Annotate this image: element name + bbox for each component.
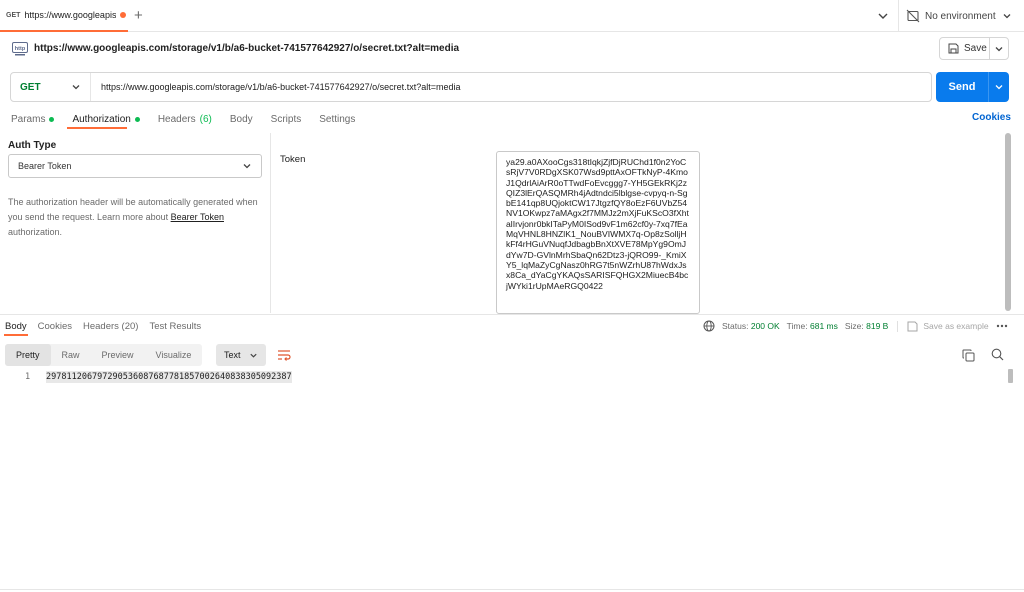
view-preview-button[interactable]: Preview (91, 344, 145, 366)
divider (0, 314, 1024, 315)
cookies-link[interactable]: Cookies (972, 112, 1011, 123)
size-value[interactable]: 819 B (866, 321, 888, 331)
divider (0, 589, 1024, 590)
response-tab-body[interactable]: Body (5, 321, 27, 332)
auth-type-value: Bearer Token (18, 161, 72, 171)
auth-help-text: The authorization header will be automat… (8, 195, 266, 240)
new-tab-button[interactable]: + (134, 8, 143, 23)
view-mode-bar: Pretty Raw Preview Visualize (5, 344, 203, 366)
http-request-icon: http (12, 42, 28, 56)
request-tab-title: https://www.googleapis (24, 10, 117, 20)
format-select[interactable]: Text (216, 344, 266, 366)
tab-label: Authorization (72, 113, 131, 125)
url-bar: GET (10, 72, 932, 102)
method-value: GET (20, 81, 41, 93)
view-raw-button[interactable]: Raw (51, 344, 91, 366)
bearer-token-link[interactable]: Bearer Token (171, 212, 224, 222)
divider (898, 0, 899, 32)
chevron-down-icon (995, 85, 1003, 90)
tab-label: Headers (157, 113, 196, 125)
copy-icon[interactable] (962, 349, 975, 362)
view-pretty-button[interactable]: Pretty (5, 344, 51, 366)
wrap-lines-button[interactable] (274, 345, 294, 365)
tab-label: Scripts (270, 113, 302, 125)
save-as-example-button[interactable]: Save as example (907, 321, 989, 332)
environment-selector[interactable]: No environment (906, 7, 1013, 25)
environment-label: No environment (925, 10, 996, 22)
token-label: Token (280, 154, 306, 165)
tab-label: Settings (319, 113, 356, 125)
time-value[interactable]: 681 ms (810, 321, 838, 331)
status-label: Status: (722, 321, 749, 331)
editor-scrollbar[interactable] (1008, 369, 1013, 383)
request-tabs: Params Authorization Headers (6) Body Sc… (11, 112, 373, 126)
view-visualize-button[interactable]: Visualize (145, 344, 203, 366)
send-options-button[interactable] (989, 82, 1009, 92)
method-select[interactable]: GET (11, 73, 91, 101)
tab-label: Params (11, 113, 46, 125)
more-options-icon[interactable] (996, 324, 1008, 328)
active-indicator-icon (134, 116, 140, 122)
unsaved-dot-icon (120, 12, 127, 18)
save-icon (907, 321, 918, 331)
status-value[interactable]: 200 OK (751, 321, 780, 331)
chevron-down-icon (995, 46, 1003, 51)
request-tab-method: GET (6, 11, 21, 19)
save-button[interactable]: Save (939, 37, 1009, 60)
svg-text:http: http (15, 46, 26, 52)
response-tab-cookies[interactable]: Cookies (38, 321, 72, 332)
scrollbar[interactable] (1005, 133, 1011, 311)
response-tabs: Body Cookies Headers (20) Test Results (5, 321, 212, 332)
tab-strip (0, 0, 1024, 32)
auth-type-select[interactable]: Bearer Token (8, 154, 262, 178)
send-button[interactable]: Send (936, 72, 1009, 102)
active-indicator-icon (49, 116, 55, 122)
time-label: Time: (786, 321, 808, 331)
save-options-button[interactable] (990, 44, 1008, 54)
no-environment-icon (906, 9, 920, 23)
tab-authorization[interactable]: Authorization (72, 112, 140, 126)
active-tab-underline (4, 334, 28, 336)
auth-help-suffix: authorization. (8, 227, 63, 237)
save-as-example-label: Save as example (923, 321, 989, 331)
response-meta: Status: 200 OK Time: 681 ms Size: 819 B … (703, 319, 1008, 333)
format-value: Text (224, 350, 241, 360)
tab-settings[interactable]: Settings (319, 112, 355, 126)
chevron-down-icon (243, 164, 251, 169)
response-tab-headers[interactable]: Headers (20) (83, 321, 138, 332)
tab-label: Body (229, 113, 253, 125)
auth-type-label: Auth Type (8, 140, 57, 151)
url-input[interactable] (91, 74, 931, 100)
token-input[interactable]: ya29.a0AXooCgs318tIqkjZjfDjRUChd1f0n2YoC… (496, 151, 700, 314)
chevron-down-icon[interactable] (876, 9, 890, 23)
token-value: ya29.a0AXooCgs318tIqkjZjfDjRUChd1f0n2YoC… (506, 157, 689, 291)
search-icon[interactable] (991, 348, 1004, 361)
size-label: Size: (844, 321, 864, 331)
save-icon (948, 43, 959, 54)
tab-scripts[interactable]: Scripts (271, 112, 302, 126)
chevron-down-icon (72, 85, 80, 90)
chevron-down-icon (1003, 14, 1011, 19)
tab-body[interactable]: Body (230, 112, 253, 126)
tab-params[interactable]: Params (11, 112, 55, 126)
request-tab[interactable]: GET https://www.googleapis (0, 0, 128, 32)
send-label: Send (948, 81, 976, 93)
headers-count: (6) (199, 113, 212, 125)
save-label: Save (964, 43, 987, 54)
response-tab-test-results[interactable]: Test Results (149, 321, 201, 332)
globe-icon[interactable] (703, 320, 715, 332)
line-number: 1 (25, 372, 31, 382)
chevron-down-icon (250, 353, 257, 358)
wrap-lines-icon (278, 350, 291, 361)
response-body-text[interactable]: 2978112067972905360876877818570026408383… (46, 371, 292, 383)
request-title[interactable]: https://www.googleapis.com/storage/v1/b/… (34, 43, 459, 54)
tab-headers[interactable]: Headers (6) (158, 112, 212, 126)
active-tab-underline (67, 127, 127, 129)
